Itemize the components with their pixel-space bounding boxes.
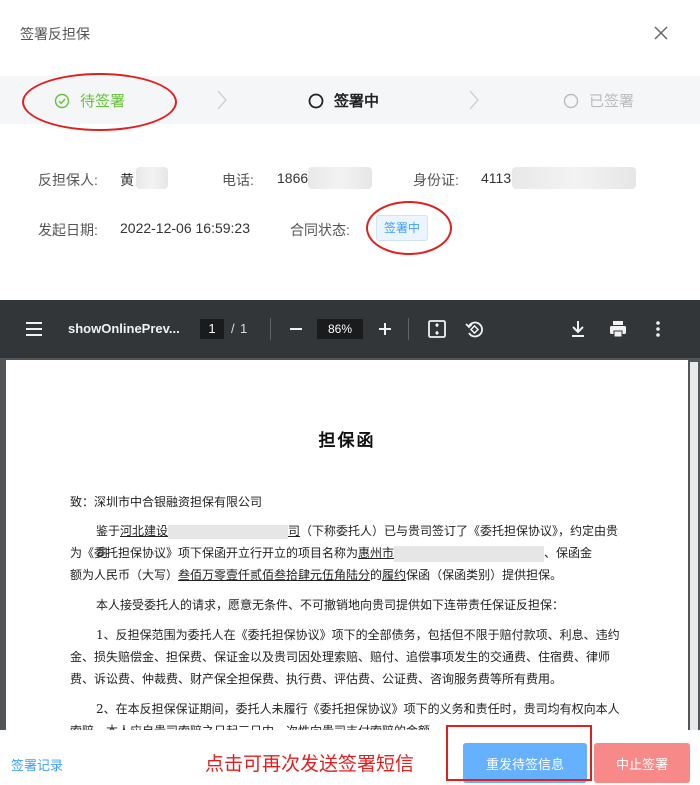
pdf-toolbar: showOnlinePrev... 1 / 1 86% <box>0 300 700 358</box>
document-addressee: 致：深圳市中合银融资担保有限公司 <box>70 495 263 509</box>
chevron-right-icon <box>469 90 479 110</box>
doc-text: 鉴于 <box>96 524 121 538</box>
guarantor-label: 反担保人: <box>38 172 98 188</box>
document-paragraph: 为《委托担保协议》项下保函开立行开立的项目名称为惠州市 、保函金 <box>70 542 630 564</box>
document-title: 担保函 <box>318 431 376 451</box>
step-label: 签署中 <box>334 93 380 110</box>
redacted-blur <box>168 524 289 539</box>
close-icon[interactable] <box>650 22 672 44</box>
step-signed: 已签署 <box>563 90 634 111</box>
rotate-icon[interactable] <box>463 318 485 340</box>
dialog-footer: 签署记录 点击可再次发送签署短信 重发待签信息 中止签署 <box>0 730 700 785</box>
pdf-filename: showOnlinePrev... <box>68 321 180 336</box>
step-label: 已签署 <box>589 93 635 110</box>
toolbar-divider <box>408 318 409 340</box>
document-paragraph: 费、诉讼费、仲裁费、财产保全担保费、执行费、评估费、公证费、咨询服务费等所有费用… <box>70 672 563 686</box>
page-total: 1 <box>240 321 248 336</box>
annotation-oval <box>366 201 452 255</box>
sign-record-link[interactable]: 签署记录 <box>11 755 63 774</box>
pdf-viewer: showOnlinePrev... 1 / 1 86% 担保函 致：深圳市中合银… <box>0 300 700 785</box>
redacted-blur <box>394 545 545 562</box>
fit-page-icon[interactable] <box>426 318 448 340</box>
dialog-header: 签署反担保 <box>0 0 700 66</box>
redacted-blur <box>136 167 168 189</box>
annotation-oval <box>22 73 177 131</box>
annotation-hint: 点击可再次发送签署短信 <box>205 754 415 775</box>
zoom-out-icon[interactable] <box>285 318 307 340</box>
download-icon[interactable] <box>567 318 589 340</box>
redacted-blur <box>512 167 636 189</box>
toolbar-divider <box>270 318 271 340</box>
chevron-right-icon <box>217 90 227 110</box>
phone-value: 1866 <box>277 170 309 186</box>
document-paragraph: 本人接受委托人的请求，愿意无条件、不可撤销地向贵司提供如下连带责任保证反担保： <box>96 598 565 612</box>
print-icon[interactable] <box>607 318 629 340</box>
id-value: 4113 <box>481 170 512 186</box>
doc-text: 额为人民币（大写） <box>70 568 179 582</box>
phone-label: 电话: <box>222 172 254 188</box>
circle-icon <box>563 93 579 108</box>
doc-text: 惠州市 <box>358 546 395 560</box>
circle-icon <box>308 93 324 108</box>
doc-text: 河北建设 <box>120 524 169 538</box>
step-signing: 签署中 <box>308 90 379 111</box>
zoom-input[interactable]: 86% <box>317 319 363 339</box>
scrollbar[interactable] <box>690 362 698 782</box>
doc-text: 为《委托担保协议》项下保函开立行开立的项目名称为 <box>70 546 359 560</box>
zoom-in-icon[interactable] <box>374 318 396 340</box>
document-paragraph: 1、反担保范围为委托人在《委托担保协议》项下的全部债务，包括但不限于赔付款项、利… <box>96 628 620 642</box>
doc-text: 、保函金 <box>544 546 593 560</box>
date-label: 发起日期: <box>38 222 98 238</box>
doc-text: 司 <box>288 524 301 538</box>
status-label: 合同状态: <box>290 222 350 238</box>
date-value: 2022-12-06 16:59:23 <box>120 220 250 236</box>
annotation-box <box>446 725 592 781</box>
document-paragraph: 金、损失赔偿金、担保费、保证金以及贵司因处理索赔、赔付、追偿事项发生的交通费、住… <box>70 650 611 664</box>
redacted-blur <box>308 167 372 189</box>
stop-sign-button[interactable]: 中止签署 <box>594 743 690 783</box>
page-number-input[interactable]: 1 <box>200 319 224 339</box>
menu-icon[interactable] <box>24 321 44 337</box>
more-vert-icon[interactable] <box>647 318 669 340</box>
document-paragraph: 额为人民币（大写）叁佰万零壹仟贰佰叁拾肆元伍角陆分的履约保函（保函类别）提供担保… <box>70 564 630 586</box>
id-label: 身份证: <box>413 172 459 188</box>
page-separator: / <box>231 321 235 336</box>
doc-text: 履约 <box>382 568 407 582</box>
document-paragraph: 2、在本反担保保证期间，委托人未履行《委托担保协议》项下的义务和责任时，贵司均有… <box>96 702 620 716</box>
doc-text: 的 <box>370 568 383 582</box>
doc-text: 叁佰万零壹仟贰佰叁拾肆元伍角陆分 <box>178 568 371 582</box>
pdf-page: 担保函 致：深圳市中合银融资担保有限公司 鉴于河北建设 司（下称委托人）已与贵司签… <box>6 360 688 785</box>
dialog-title: 签署反担保 <box>20 26 90 42</box>
doc-text: 保函（保函类别）提供担保。 <box>406 568 563 582</box>
guarantor-value: 黄 <box>120 172 134 188</box>
sign-dialog: 签署反担保 待签署 签署中 已签署 反担保人: 黄 电话: 1866 身份证: … <box>0 0 700 785</box>
